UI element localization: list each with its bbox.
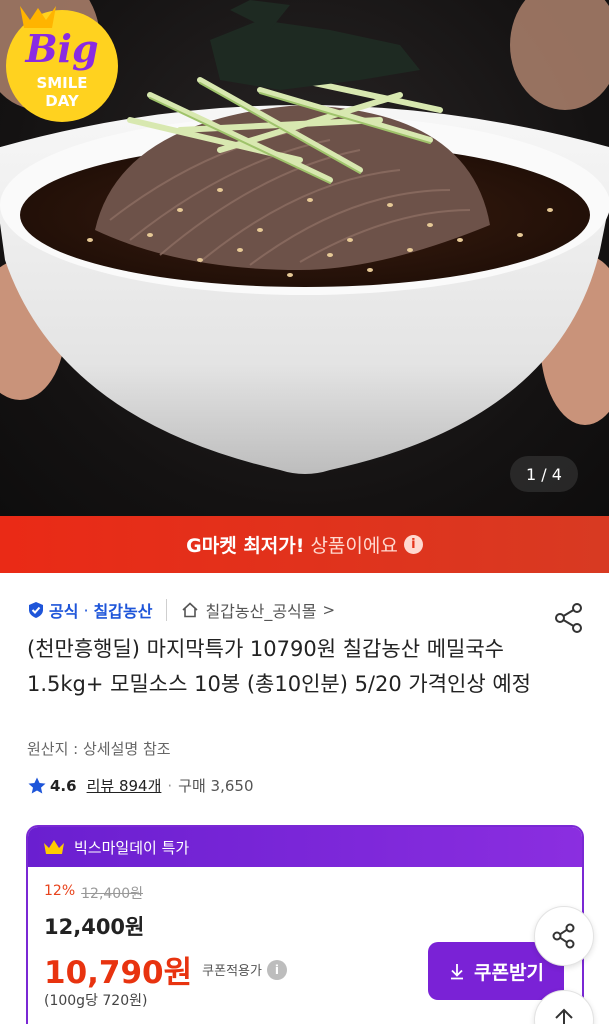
official-label: 공식 <box>49 602 79 621</box>
banner-strong-text: G마켓 최저가! <box>186 535 305 557</box>
sale-price: 12,400원 <box>44 915 145 939</box>
arrow-up-icon <box>555 1008 573 1024</box>
lowest-price-banner[interactable]: G마켓 최저가! 상품이에요 i <box>0 516 609 573</box>
shield-check-icon <box>29 602 43 618</box>
floating-share-button[interactable] <box>534 906 594 966</box>
separator-dot: · <box>167 776 173 795</box>
info-icon[interactable]: i <box>266 959 287 980</box>
rating-row: 4.6 리뷰 894개 · 구매 3,650 <box>27 775 253 796</box>
crown-icon <box>44 840 64 854</box>
chevron-right-icon: > <box>322 601 336 619</box>
coupon-price: 10,790원 <box>44 955 193 991</box>
coupon-price-label: 쿠폰적용가 <box>202 964 262 979</box>
origin-text: 원산지 : 상세설명 참조 <box>27 740 171 758</box>
banner-light-text: 상품이에요 <box>310 535 398 557</box>
product-title: (천만흥행딜) 마지막특가 10790원 칠갑농산 메밀국수 1.5kg+ 모밀… <box>27 637 532 696</box>
original-price: 12,400원 <box>81 886 143 902</box>
product-image[interactable]: Big SMILE DAY 1 / 4 <box>0 0 609 516</box>
share-icon <box>552 923 575 949</box>
discount-percent: 12% <box>44 883 76 899</box>
rating-value: 4.6 <box>50 776 77 795</box>
review-link[interactable]: 리뷰 894개 <box>87 775 162 796</box>
download-icon <box>451 964 464 980</box>
svg-text:DAY: DAY <box>45 92 80 110</box>
info-icon[interactable]: i <box>403 535 423 554</box>
deal-header-label: 빅스마일데이 특가 <box>74 838 190 857</box>
image-counter: 1 / 4 <box>510 456 578 492</box>
svg-text:SMILE: SMILE <box>36 74 87 92</box>
purchase-count: 구매 3,650 <box>178 777 254 795</box>
svg-text:Big: Big <box>24 26 98 71</box>
star-icon <box>28 777 46 793</box>
get-coupon-label: 쿠폰받기 <box>474 961 544 984</box>
store-link[interactable]: 칠갑농산_공식몰 <box>205 598 316 622</box>
separator-dot: · <box>83 600 89 620</box>
seller-name[interactable]: 칠갑농산 <box>94 598 153 622</box>
discount-row: 12% 12,400원 <box>44 883 143 903</box>
unit-price: (100g당 720원) <box>44 993 148 1009</box>
seller-row: 공식 · 칠갑농산 칠갑농산_공식몰 > <box>27 597 335 623</box>
home-icon <box>182 602 198 618</box>
divider <box>166 599 168 621</box>
final-price-row: 10,790원 쿠폰적용가 i <box>44 947 287 992</box>
share-icon[interactable] <box>552 601 586 635</box>
big-smile-day-badge: Big SMILE DAY <box>6 6 118 122</box>
deal-header: 빅스마일데이 특가 <box>28 827 582 867</box>
